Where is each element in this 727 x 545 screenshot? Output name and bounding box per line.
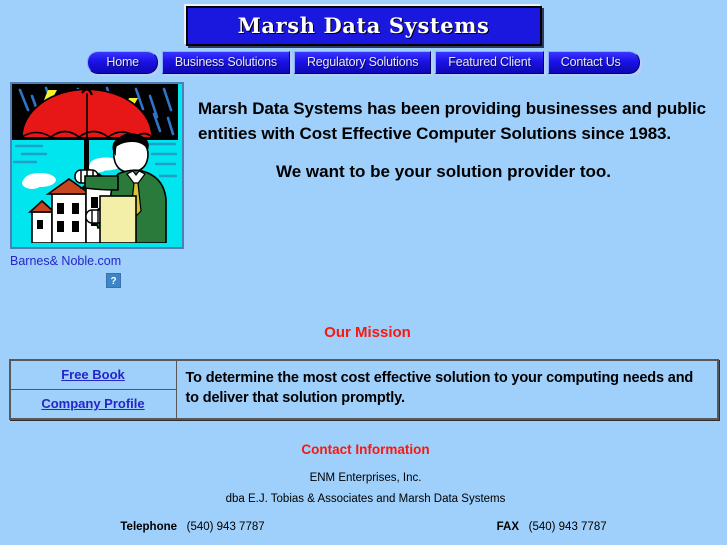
nav-item-regulatory-solutions[interactable]: Regulatory Solutions [293,51,432,74]
fax-value: (540) 943 7787 [528,521,607,533]
phone-row-spacer [265,521,497,533]
title-banner: Marsh Data Systems [0,0,727,46]
umbrella-storm-clipart-image [10,82,184,249]
company-profile-cell: Company Profile [9,389,177,420]
fax-group: FAX (540) 943 7787 [497,521,607,533]
telephone-value: (540) 943 7787 [186,521,265,533]
nav-item-featured-client[interactable]: Featured Client [435,51,544,74]
broken-image-placeholder-icon[interactable]: ? [106,273,121,288]
fax-label: FAX [496,521,520,533]
table-row: Free Book To determine the most cost eff… [9,359,718,420]
intro-paragraph: Marsh Data Systems has been providing bu… [198,99,707,143]
hero-text-column: Marsh Data Systems has been providing bu… [190,82,727,182]
barnes-noble-link[interactable]: Barnes& Noble.com [10,254,190,268]
mission-heading: Our Mission [324,324,411,341]
nav-item-business-solutions[interactable]: Business Solutions [161,51,290,74]
hero-image-column: Barnes& Noble.com ? [10,82,190,288]
company-profile-link[interactable]: Company Profile [41,396,144,411]
mission-statement: To determine the most cost effective sol… [185,370,694,406]
contact-company-name: ENM Enterprises, Inc. [309,472,422,484]
nav-item-contact-us[interactable]: Contact Us [547,51,640,74]
mission-table: Free Book To determine the most cost eff… [8,359,719,420]
contact-phone-row: Telephone (540) 943 7787 FAX (540) 943 7… [0,521,727,533]
mission-statement-cell: To determine the most cost effective sol… [175,359,718,420]
free-book-cell: Free Book [9,359,177,390]
contact-dba-name: dba E.J. Tobias & Associates and Marsh D… [225,493,506,505]
tagline: We want to be your solution provider too… [276,162,611,181]
telephone-group: Telephone (540) 943 7787 [120,521,264,533]
telephone-label: Telephone [120,521,178,533]
page-title: Marsh Data Systems [185,6,542,46]
contact-heading: Contact Information [301,442,430,457]
free-book-link[interactable]: Free Book [61,367,125,382]
main-navigation: Home Business Solutions Regulatory Solut… [0,51,727,74]
nav-item-home[interactable]: Home [87,51,158,74]
hero-section: Barnes& Noble.com ? Marsh Data Systems h… [0,74,727,288]
